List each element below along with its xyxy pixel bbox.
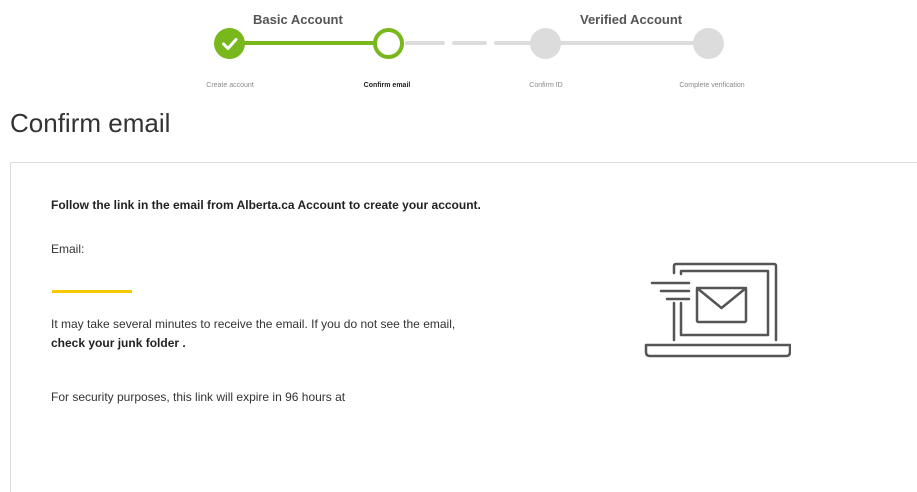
check-icon: [222, 38, 238, 50]
expiry-text: For security purposes, this link will ex…: [51, 390, 346, 404]
instruction-text: Follow the link in the email from Albert…: [51, 198, 481, 212]
page-title: Confirm email: [10, 108, 171, 138]
step-confirm-email-marker: [373, 28, 404, 59]
delivery-delay-sentence: It may take several minutes to receive t…: [51, 317, 456, 331]
delivery-delay-text: It may take several minutes to receive t…: [51, 315, 531, 353]
laptop-email-icon: [644, 262, 791, 358]
basic-account-heading: Basic Account: [253, 12, 343, 27]
progress-line-complete: [230, 41, 390, 45]
step-label-complete-verification: Complete verification: [679, 82, 745, 89]
progress-line-pending-3: [494, 41, 710, 45]
progress-line-pending-2: [452, 41, 487, 45]
confirm-email-panel: Follow the link in the email from Albert…: [10, 162, 917, 492]
step-complete-verification-marker: [693, 28, 724, 59]
step-label-confirm-id: Confirm ID: [529, 82, 563, 89]
progress-tracker: Basic Account Verified Account Create ac…: [0, 0, 917, 100]
step-label-create-account: Create account: [206, 82, 254, 89]
junk-folder-suffix: .: [179, 336, 186, 350]
step-create-account-marker: [214, 28, 245, 59]
progress-line-pending-1: [405, 41, 445, 45]
email-highlight-bar: [52, 290, 132, 293]
verified-account-heading: Verified Account: [580, 12, 683, 27]
step-confirm-id-marker: [530, 28, 561, 59]
email-label: Email:: [51, 242, 85, 256]
junk-folder-text: check your junk folder: [51, 336, 180, 350]
step-label-confirm-email: Confirm email: [363, 82, 411, 89]
